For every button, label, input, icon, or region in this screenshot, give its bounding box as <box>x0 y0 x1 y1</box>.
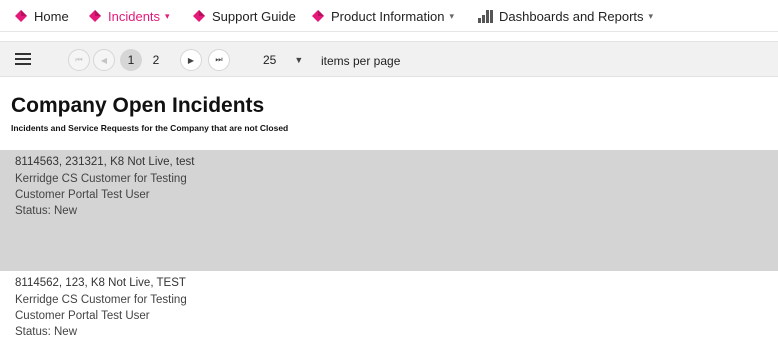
diamond-icon <box>88 9 102 23</box>
diamond-icon <box>311 9 325 23</box>
page-2-button[interactable]: 2 <box>145 49 167 71</box>
top-navigation: Home Incidents ▾ Support Guide Product I… <box>0 0 778 32</box>
page-title: Company Open Incidents <box>11 94 265 117</box>
nav-incidents[interactable]: Incidents ▾ <box>88 8 170 24</box>
incident-status: Status: New <box>15 326 77 338</box>
last-page-button[interactable]: ⏭ <box>208 49 230 71</box>
diamond-icon <box>192 9 206 23</box>
incident-summary: 8114562, 123, K8 Not Live, TEST <box>15 277 186 289</box>
page-subtitle: Incidents and Service Requests for the C… <box>11 123 289 133</box>
nav-product-information-label: Product Information <box>331 8 445 24</box>
chevron-down-icon: ▾ <box>165 10 170 21</box>
incident-company: Kerridge CS Customer for Testing <box>15 173 187 185</box>
items-per-page-value: 25 <box>263 53 277 67</box>
nav-dashboards-reports[interactable]: Dashboards and Reports ▾ <box>478 8 653 24</box>
chevron-down-icon: ▾ <box>648 10 654 21</box>
incident-list-item[interactable]: 8114563, 231321, K8 Not Live, test Kerri… <box>0 150 778 271</box>
menu-icon[interactable] <box>15 53 31 65</box>
previous-page-icon: ◀ <box>100 55 108 65</box>
items-per-page-label: items per page <box>321 54 401 68</box>
next-page-button[interactable]: ▶ <box>180 49 202 71</box>
incident-status: Status: New <box>15 205 77 217</box>
page-1-button[interactable]: 1 <box>120 49 142 71</box>
next-page-icon: ▶ <box>187 55 195 65</box>
incident-company: Kerridge CS Customer for Testing <box>15 294 187 306</box>
items-per-page-select[interactable]: 25 ▼ <box>256 49 316 71</box>
incident-contact: Customer Portal Test User <box>15 189 150 201</box>
nav-support-guide[interactable]: Support Guide <box>192 8 296 24</box>
last-page-icon: ⏭ <box>215 55 223 64</box>
incident-contact: Customer Portal Test User <box>15 310 150 322</box>
nav-product-information[interactable]: Product Information ▾ <box>311 8 454 24</box>
nav-home-label: Home <box>34 8 69 24</box>
previous-page-button[interactable]: ◀ <box>93 49 115 71</box>
incident-list-item[interactable]: 8114562, 123, K8 Not Live, TEST Kerridge… <box>0 271 778 343</box>
first-page-button[interactable]: ⏮ <box>68 49 90 71</box>
first-page-icon: ⏮ <box>75 55 83 64</box>
nav-dashboards-reports-label: Dashboards and Reports <box>499 8 644 24</box>
nav-incidents-label: Incidents <box>108 8 161 24</box>
chevron-down-icon: ▼ <box>294 55 304 65</box>
chevron-down-icon: ▾ <box>449 10 454 21</box>
incident-summary: 8114563, 231321, K8 Not Live, test <box>15 156 195 168</box>
bar-chart-icon <box>478 9 493 23</box>
nav-support-guide-label: Support Guide <box>212 8 296 24</box>
diamond-icon <box>14 9 28 23</box>
list-toolbar: ⏮ ◀ 1 2 ▶ ⏭ 25 ▼ items per page <box>0 41 778 77</box>
nav-home[interactable]: Home <box>14 8 69 24</box>
